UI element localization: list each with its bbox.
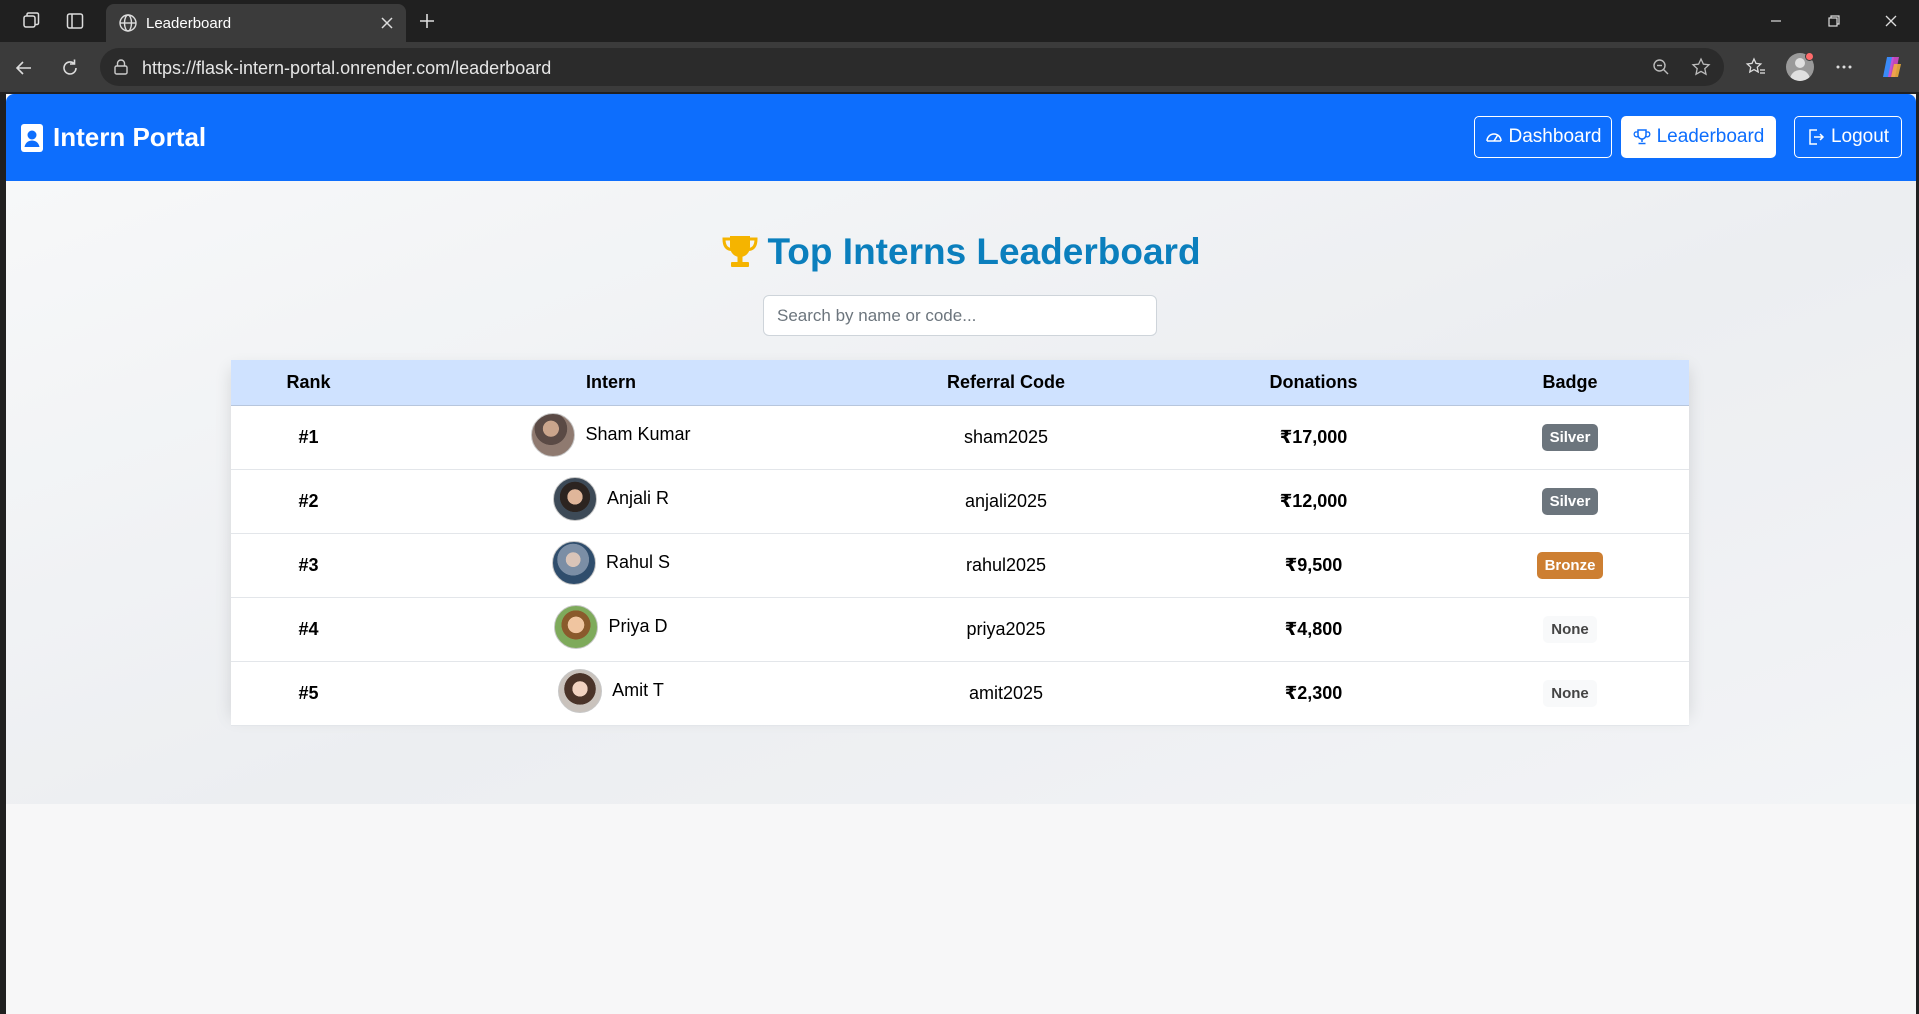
logout-button[interactable]: Logout bbox=[1794, 116, 1902, 158]
intern-name: Anjali R bbox=[606, 488, 670, 508]
brand[interactable]: Intern Portal bbox=[21, 122, 206, 153]
table-header-row: Rank Intern Referral Code Donations Badg… bbox=[231, 360, 1689, 406]
status-badge: None bbox=[1543, 679, 1597, 707]
logout-label: Logout bbox=[1830, 126, 1890, 147]
brand-text: Intern Portal bbox=[53, 122, 207, 152]
donations-cell: ₹4,800 bbox=[1176, 597, 1451, 662]
close-window-icon[interactable] bbox=[1863, 0, 1919, 42]
leaderboard-button[interactable]: Leaderboard bbox=[1621, 116, 1776, 158]
vertical-tabs-icon[interactable] bbox=[60, 6, 90, 36]
logout-icon bbox=[1809, 129, 1824, 145]
favorites-icon[interactable] bbox=[1740, 51, 1772, 83]
dashboard-button[interactable]: Dashboard bbox=[1474, 116, 1612, 158]
main-content: Top Interns Leaderboard Rank Intern Refe… bbox=[6, 181, 1916, 726]
leaderboard-table-container: Rank Intern Referral Code Donations Badg… bbox=[231, 360, 1689, 726]
dashboard-label: Dashboard bbox=[1508, 126, 1602, 147]
trophy-icon bbox=[722, 236, 758, 267]
close-icon[interactable] bbox=[374, 10, 400, 36]
donations-cell: ₹9,500 bbox=[1176, 533, 1451, 598]
intern-name: Amit T bbox=[612, 680, 664, 700]
globe-icon bbox=[118, 13, 138, 33]
badge-cell: Silver bbox=[1451, 469, 1689, 534]
rank-cell: #5 bbox=[231, 661, 386, 726]
zoom-icon[interactable] bbox=[1648, 54, 1674, 80]
badge-cell: Bronze bbox=[1451, 533, 1689, 598]
page-footer-area bbox=[6, 804, 1916, 1014]
back-icon[interactable] bbox=[8, 52, 40, 84]
search-input[interactable] bbox=[763, 295, 1157, 336]
profile-notification-dot bbox=[1805, 52, 1814, 61]
trophy-outline-icon bbox=[1633, 129, 1651, 145]
rank-cell: #1 bbox=[231, 405, 386, 470]
minimize-icon[interactable] bbox=[1748, 0, 1804, 42]
copilot-icon[interactable] bbox=[1876, 51, 1908, 83]
referral-code-cell: rahul2025 bbox=[836, 533, 1176, 598]
badge-cell: Silver bbox=[1451, 405, 1689, 470]
header-donations[interactable]: Donations bbox=[1176, 360, 1451, 406]
intern-cell: Priya D bbox=[386, 597, 836, 662]
avatar bbox=[551, 540, 596, 585]
avatar bbox=[554, 604, 599, 649]
avatar bbox=[558, 668, 603, 713]
header-rank[interactable]: Rank bbox=[231, 360, 386, 406]
workspaces-icon[interactable] bbox=[16, 6, 46, 36]
rank-cell: #3 bbox=[231, 533, 386, 598]
header-intern[interactable]: Intern bbox=[386, 360, 836, 406]
referral-code-cell: amit2025 bbox=[836, 661, 1176, 726]
tab-title: Leaderboard bbox=[146, 15, 232, 32]
new-tab-icon[interactable] bbox=[412, 6, 442, 36]
intern-cell: Amit T bbox=[386, 661, 836, 726]
status-badge: None bbox=[1543, 615, 1597, 643]
table-row[interactable]: #4 Priya D priya2025 ₹4,800 None bbox=[231, 597, 1689, 662]
intern-name: Sham Kumar bbox=[585, 424, 691, 444]
speedometer-icon bbox=[1485, 133, 1502, 142]
table-row[interactable]: #5 Amit T amit2025 ₹2,300 None bbox=[231, 661, 1689, 726]
intern-cell: Anjali R bbox=[386, 469, 836, 534]
header-badge[interactable]: Badge bbox=[1451, 360, 1689, 406]
table-row[interactable]: #3 Rahul S rahul2025 ₹9,500 Bronze bbox=[231, 533, 1689, 598]
app-navbar: Intern Portal Dashboard Leaderboard Logo… bbox=[6, 94, 1916, 181]
referral-code-cell: priya2025 bbox=[836, 597, 1176, 662]
leaderboard-table: Rank Intern Referral Code Donations Badg… bbox=[231, 360, 1689, 726]
status-badge: Silver bbox=[1541, 487, 1599, 515]
badge-cell: None bbox=[1451, 597, 1689, 662]
refresh-icon[interactable] bbox=[54, 52, 86, 84]
intern-cell: Sham Kumar bbox=[386, 405, 836, 470]
intern-cell: Rahul S bbox=[386, 533, 836, 598]
page-viewport: Intern Portal Dashboard Leaderboard Logo… bbox=[6, 94, 1916, 1014]
rank-cell: #2 bbox=[231, 469, 386, 534]
donations-cell: ₹17,000 bbox=[1176, 405, 1451, 470]
status-badge: Silver bbox=[1541, 423, 1599, 451]
browser-tab[interactable]: Leaderboard bbox=[106, 4, 406, 42]
url-text: https://flask-intern-portal.onrender.com… bbox=[142, 58, 552, 78]
address-bar[interactable]: https://flask-intern-portal.onrender.com… bbox=[100, 48, 1724, 86]
table-row[interactable]: #2 Anjali R anjali2025 ₹12,000 Silver bbox=[231, 469, 1689, 534]
favorite-star-icon[interactable] bbox=[1688, 54, 1714, 80]
rank-cell: #4 bbox=[231, 597, 386, 662]
page-title-text: Top Interns Leaderboard bbox=[767, 231, 1201, 272]
page-title: Top Interns Leaderboard bbox=[6, 231, 1916, 273]
donations-cell: ₹2,300 bbox=[1176, 661, 1451, 726]
more-options-icon[interactable] bbox=[1828, 51, 1860, 83]
status-badge: Bronze bbox=[1536, 551, 1604, 579]
avatar bbox=[552, 476, 597, 521]
avatar bbox=[531, 412, 576, 457]
browser-titlebar: Leaderboard bbox=[0, 0, 1919, 42]
intern-name: Priya D bbox=[608, 616, 668, 636]
referral-code-cell: sham2025 bbox=[836, 405, 1176, 470]
browser-toolbar: https://flask-intern-portal.onrender.com… bbox=[0, 42, 1919, 92]
donations-cell: ₹12,000 bbox=[1176, 469, 1451, 534]
table-row[interactable]: #1 Sham Kumar sham2025 ₹17,000 Silver bbox=[231, 405, 1689, 470]
id-badge-icon bbox=[21, 123, 43, 152]
header-referral-code[interactable]: Referral Code bbox=[836, 360, 1176, 406]
intern-name: Rahul S bbox=[605, 552, 671, 572]
leaderboard-label: Leaderboard bbox=[1656, 126, 1765, 147]
referral-code-cell: anjali2025 bbox=[836, 469, 1176, 534]
badge-cell: None bbox=[1451, 661, 1689, 726]
site-info-icon[interactable] bbox=[112, 58, 130, 76]
restore-icon[interactable] bbox=[1806, 0, 1862, 42]
